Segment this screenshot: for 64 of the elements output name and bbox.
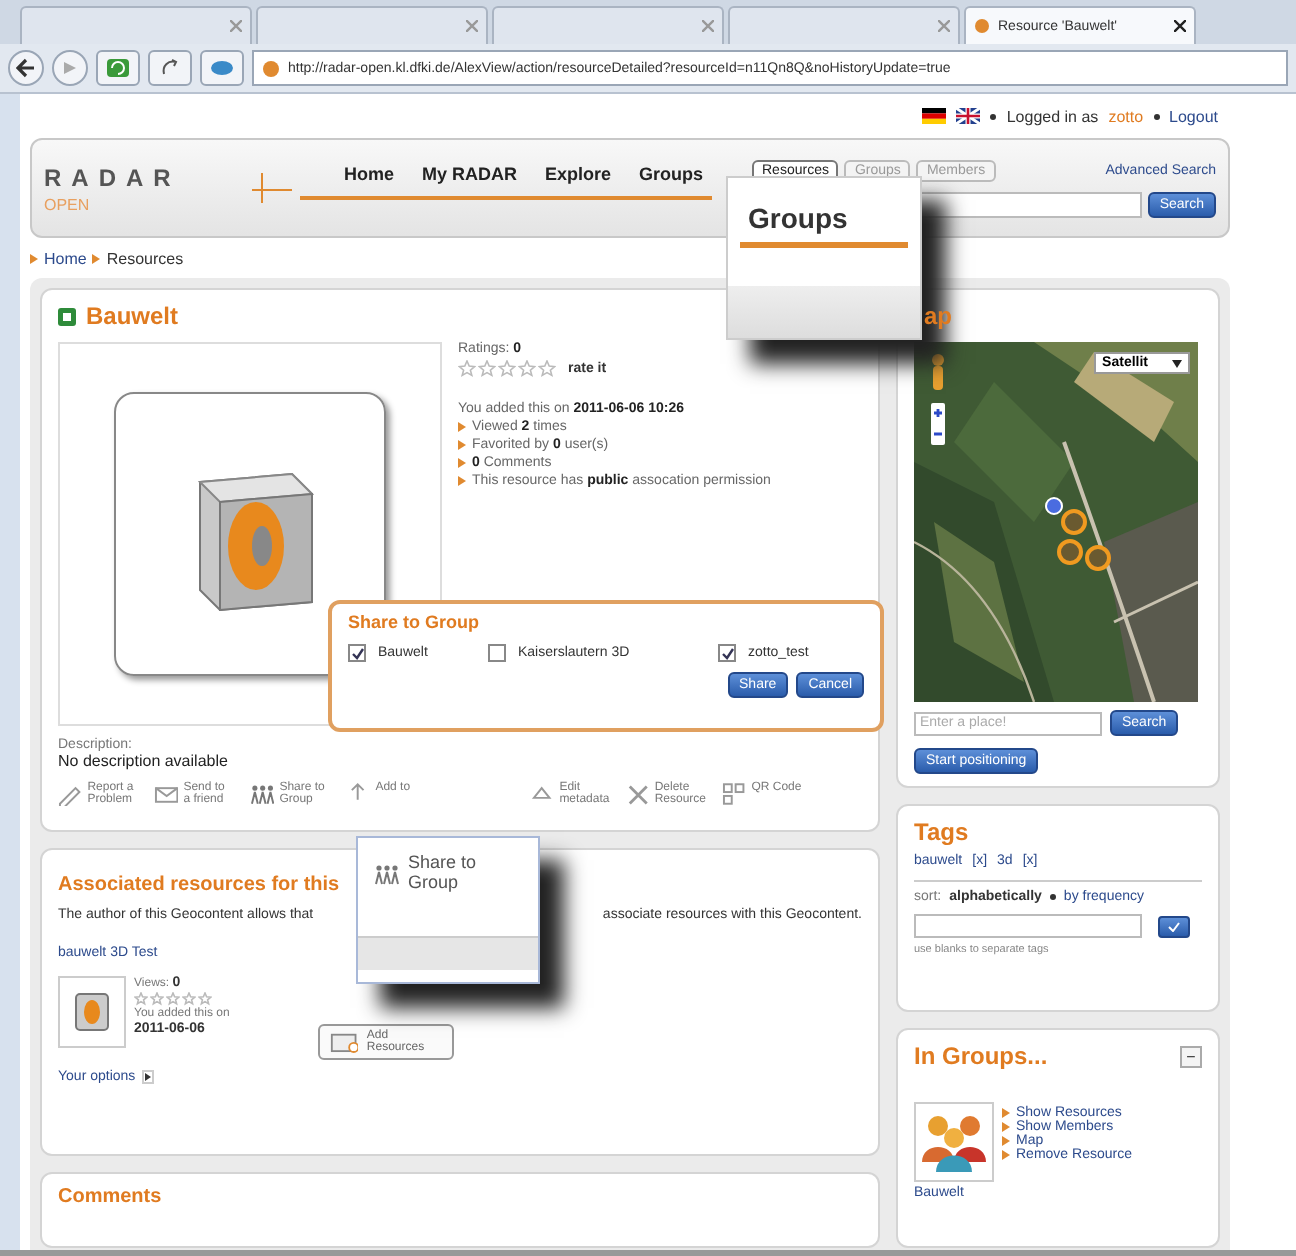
checkbox[interactable] xyxy=(488,644,506,662)
nav-link[interactable]: Groups xyxy=(639,164,704,184)
username: zotto xyxy=(1108,107,1144,125)
login-label: Logged in as xyxy=(1006,107,1099,125)
checkbox[interactable] xyxy=(348,644,366,662)
checkmark-icon xyxy=(1168,921,1180,931)
close-icon[interactable] xyxy=(1174,20,1186,32)
folder-icon xyxy=(329,1030,359,1054)
site-icon xyxy=(974,18,990,34)
forward-arrow-icon xyxy=(62,60,78,76)
back-button[interactable] xyxy=(8,50,44,86)
logo[interactable]: RADAR xyxy=(44,163,216,191)
breadcrumb-link[interactable]: Resources xyxy=(106,249,184,267)
bullet-arrow-icon xyxy=(30,253,38,263)
search-field[interactable] xyxy=(917,191,1142,217)
callout-label: Share to Group xyxy=(408,854,479,894)
german-flag-icon[interactable] xyxy=(922,108,947,124)
home-button[interactable] xyxy=(148,50,192,86)
add-tag-button[interactable] xyxy=(1158,915,1190,937)
description-text: No description available xyxy=(58,752,230,770)
expand-arrow-icon[interactable] xyxy=(141,1070,154,1084)
bookmark-button[interactable] xyxy=(200,50,244,86)
people-icon xyxy=(374,861,400,886)
up-arrow-icon xyxy=(346,782,370,806)
people-icon xyxy=(250,782,274,806)
reload-button[interactable] xyxy=(96,50,140,86)
curved-arrow-icon xyxy=(160,58,180,78)
section-title: Comments xyxy=(58,1186,164,1208)
logout-link[interactable]: Logout xyxy=(1169,107,1218,125)
site-icon xyxy=(262,59,280,77)
nav-link[interactable]: Explore xyxy=(545,164,612,184)
checkbox[interactable] xyxy=(718,644,736,662)
nav-link[interactable]: My RADAR xyxy=(422,164,518,184)
tag-field[interactable] xyxy=(914,914,1142,938)
envelope-icon xyxy=(154,782,178,806)
collapse-button[interactable]: − xyxy=(1180,1045,1202,1067)
map-marker-icon[interactable] xyxy=(1056,538,1084,566)
uk-flag-icon[interactable] xyxy=(956,108,981,124)
map-marker-icon[interactable] xyxy=(1084,544,1112,572)
resource-title: Bauwelt xyxy=(86,302,179,330)
reload-icon xyxy=(106,58,130,78)
callout-label: Groups xyxy=(746,200,850,238)
section-title: Tags xyxy=(914,818,971,846)
back-arrow-icon xyxy=(16,58,36,78)
pencil-icon xyxy=(58,782,82,806)
breadcrumb-link[interactable]: Home xyxy=(44,249,87,267)
logo-subtitle: OPEN xyxy=(44,195,92,213)
pegman-icon[interactable] xyxy=(930,352,946,392)
nav-link[interactable]: Home xyxy=(344,164,395,184)
section-title: In Groups... xyxy=(914,1042,1048,1070)
resource-type-icon xyxy=(58,307,76,325)
cube-model-icon xyxy=(74,992,110,1032)
cross-icon xyxy=(626,782,649,806)
speech-bubble-icon xyxy=(210,60,234,76)
bullet-arrow-icon xyxy=(92,253,101,263)
map-marker-icon[interactable] xyxy=(1060,508,1088,536)
section-title: Associated resources for this xyxy=(58,874,340,896)
zoom-control-icon[interactable] xyxy=(930,402,946,446)
resource-thumbnail[interactable] xyxy=(58,976,126,1048)
dropdown-caret-icon xyxy=(1172,359,1182,367)
dialog-title: Share to Group xyxy=(348,612,482,632)
group-image[interactable] xyxy=(914,1102,994,1182)
qr-code-icon xyxy=(722,782,746,806)
people-icon xyxy=(920,1110,988,1174)
